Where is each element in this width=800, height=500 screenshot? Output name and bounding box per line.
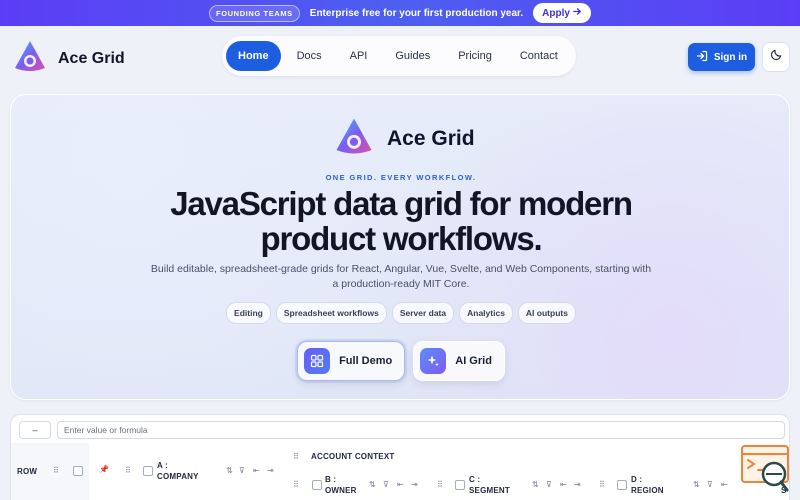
- sign-in-icon: [696, 50, 708, 65]
- col-a-header[interactable]: COMPANY: [157, 472, 199, 481]
- hero-headline: JavaScript data grid for modern product …: [11, 186, 791, 256]
- founding-teams-badge: FOUNDING TEAMS: [209, 4, 300, 22]
- col-c-line-1: C :: [469, 475, 481, 484]
- sort-icon[interactable]: ⇅: [369, 480, 376, 489]
- site-header: Ace Grid Home Docs API Guides Pricing Co…: [0, 26, 800, 88]
- main-nav: Home Docs API Guides Pricing Contact: [222, 36, 576, 76]
- nav-item-contact[interactable]: Contact: [508, 41, 570, 71]
- filter-icon[interactable]: ⊽: [383, 480, 389, 489]
- group-header-account-context: ACCOUNT CONTEXT: [311, 452, 395, 461]
- sign-in-button[interactable]: Sign in: [688, 43, 755, 71]
- row-header: ROW: [17, 467, 38, 476]
- full-demo-button[interactable]: Full Demo: [297, 341, 406, 381]
- pin-left-icon[interactable]: ⇤: [560, 480, 567, 489]
- promo-banner: FOUNDING TEAMS Enterprise free for your …: [0, 0, 800, 26]
- grid-icon: [304, 348, 331, 374]
- pin-icon[interactable]: 📌: [99, 465, 109, 474]
- apply-label: Apply: [542, 7, 570, 19]
- drag-handle-icon[interactable]: ⠿: [293, 480, 299, 489]
- data-grid-demo: – Enter value or formula ROW ⠿ 📌 ⠿ A : C…: [10, 414, 790, 500]
- formula-input[interactable]: Enter value or formula: [57, 421, 785, 439]
- subtitle-line-2: a production-ready MIT Core.: [332, 278, 470, 290]
- nav-item-api[interactable]: API: [338, 41, 380, 71]
- pin-right-icon[interactable]: ⇥: [267, 466, 274, 475]
- hero-section: Ace Grid ONE GRID. EVERY WORKFLOW. JavaS…: [10, 94, 790, 400]
- ai-grid-button[interactable]: AI Grid: [413, 341, 505, 381]
- drag-handle-icon[interactable]: ⠿: [293, 452, 299, 461]
- col-c-header[interactable]: SEGMENT: [469, 486, 510, 495]
- help-widget-button[interactable]: [740, 444, 790, 500]
- pin-right-icon[interactable]: ⇥: [574, 480, 581, 489]
- headline-line-1: JavaScript data grid for modern: [170, 185, 633, 222]
- brand-name: Ace Grid: [58, 49, 125, 67]
- headline-line-2: product workflows.: [260, 220, 543, 257]
- pin-right-icon[interactable]: ⇥: [411, 480, 418, 489]
- hero-brand: Ace Grid: [333, 115, 475, 162]
- feature-chips: Editing Spreadsheet workflows Server dat…: [11, 302, 791, 324]
- code-search-icon: [740, 445, 790, 500]
- drag-handle-icon[interactable]: ⠿: [437, 480, 443, 489]
- col-d-line-1: D :: [631, 475, 643, 484]
- arrow-right-icon: [573, 7, 582, 19]
- ai-grid-label: AI Grid: [455, 355, 492, 367]
- col-d-header[interactable]: REGION: [631, 486, 664, 495]
- chip-analytics[interactable]: Analytics: [459, 302, 513, 324]
- nav-item-guides[interactable]: Guides: [383, 41, 442, 71]
- formula-bar: – Enter value or formula: [19, 421, 785, 439]
- hero-eyebrow: ONE GRID. EVERY WORKFLOW.: [325, 173, 477, 182]
- chip-spreadsheet-workflows[interactable]: Spreadsheet workflows: [275, 302, 387, 324]
- subtitle-line-1: Build editable, spreadsheet-grade grids …: [150, 263, 652, 275]
- sort-icon[interactable]: ⇅: [532, 480, 539, 489]
- brand-link[interactable]: Ace Grid: [12, 38, 125, 79]
- sparkle-icon: [420, 348, 447, 374]
- theme-toggle-button[interactable]: [762, 42, 790, 72]
- ace-grid-logo-icon: [12, 38, 48, 79]
- col-d-checkbox[interactable]: [617, 480, 627, 490]
- hero-brand-name: Ace Grid: [387, 126, 475, 150]
- pin-left-icon[interactable]: ⇤: [253, 466, 260, 475]
- chip-editing[interactable]: Editing: [226, 302, 271, 324]
- chip-server-data[interactable]: Server data: [391, 302, 455, 324]
- col-b-checkbox[interactable]: [312, 480, 322, 490]
- ace-grid-logo-icon: [333, 115, 375, 162]
- col-a-checkbox[interactable]: [143, 466, 153, 476]
- cell-reference-field[interactable]: –: [19, 421, 51, 439]
- hero-subtitle: Build editable, spreadsheet-grade grids …: [141, 262, 661, 292]
- drag-handle-icon[interactable]: ⠿: [125, 466, 131, 475]
- sort-icon[interactable]: ⇅: [226, 466, 233, 475]
- sort-icon[interactable]: ⇅: [693, 480, 700, 489]
- pin-left-icon[interactable]: ⇤: [721, 480, 728, 489]
- nav-item-docs[interactable]: Docs: [285, 41, 334, 71]
- full-demo-label: Full Demo: [339, 355, 393, 367]
- nav-item-pricing[interactable]: Pricing: [446, 41, 504, 71]
- hero-ctas: Full Demo AI Grid: [11, 341, 791, 381]
- col-a-line-1: A :: [157, 461, 168, 470]
- select-all-checkbox[interactable]: [73, 466, 83, 476]
- filter-icon[interactable]: ⊽: [546, 480, 552, 489]
- drag-handle-icon[interactable]: ⠿: [53, 466, 59, 475]
- apply-button[interactable]: Apply: [533, 3, 591, 23]
- chip-ai-outputs[interactable]: AI outputs: [517, 302, 576, 324]
- filter-icon[interactable]: ⊽: [239, 466, 245, 475]
- col-b-header[interactable]: OWNER: [325, 486, 357, 495]
- nav-item-home[interactable]: Home: [226, 41, 281, 71]
- filter-icon[interactable]: ⊽: [707, 480, 713, 489]
- col-b-line-1: B :: [325, 475, 337, 484]
- sign-in-label: Sign in: [713, 51, 748, 63]
- drag-handle-icon[interactable]: ⠿: [599, 480, 605, 489]
- promo-message: Enterprise free for your first productio…: [309, 7, 524, 19]
- pin-left-icon[interactable]: ⇤: [397, 480, 404, 489]
- col-c-checkbox[interactable]: [455, 480, 465, 490]
- moon-icon: [770, 48, 783, 66]
